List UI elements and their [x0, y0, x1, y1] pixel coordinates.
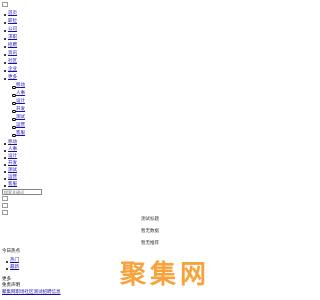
footer-link[interactable]: 聚集网职场社区测试招聘信息	[2, 290, 61, 296]
bullet-icon	[12, 93, 16, 97]
sidebar-link[interactable]: 热门	[10, 258, 19, 264]
bullet-icon	[4, 170, 6, 173]
bullet-icon	[12, 125, 16, 129]
footer-more[interactable]: 更多	[2, 277, 11, 283]
site-logo-image[interactable]	[2, 2, 8, 7]
bullet-icon	[4, 177, 6, 180]
bullet-icon	[4, 77, 6, 80]
bullet-icon	[12, 133, 16, 137]
bullet-icon	[4, 149, 6, 152]
bullet-icon	[12, 101, 16, 105]
brand-wordmark: 聚集网	[120, 260, 211, 290]
submenu-link[interactable]: 测试	[16, 115, 25, 121]
submenu-link[interactable]: 移动	[16, 83, 25, 89]
footer-disclaimer[interactable]: 免责声明	[2, 283, 20, 289]
search-input[interactable]	[2, 189, 42, 195]
nav-link[interactable]: 社区	[8, 59, 17, 65]
bullet-icon	[4, 53, 6, 56]
nav-link[interactable]: 职位	[8, 19, 17, 25]
bullet-icon	[6, 260, 8, 263]
nav2-link[interactable]: 测试	[8, 168, 17, 174]
bullet-icon	[4, 163, 6, 166]
bullet-icon	[4, 29, 6, 32]
bullet-icon	[4, 45, 6, 48]
submenu-link[interactable]: 设计	[16, 99, 25, 105]
bullet-icon	[6, 267, 8, 270]
nav-link[interactable]: 求职	[8, 35, 17, 41]
submenu-link[interactable]: 客服	[16, 131, 25, 137]
bullet-icon	[4, 156, 6, 159]
bullet-icon	[4, 184, 6, 187]
sidebar-title: 今日热点	[2, 249, 20, 254]
bullet-icon	[4, 13, 6, 16]
main-line-2: 暂无数据	[141, 229, 159, 234]
nav-link[interactable]: 招聘	[8, 43, 17, 49]
nav-link[interactable]: 首页	[8, 11, 17, 17]
image-button[interactable]	[2, 210, 8, 215]
bullet-icon	[4, 37, 6, 40]
bullet-icon	[12, 85, 16, 89]
main-line-1: 测试标题	[141, 217, 159, 222]
bullet-icon	[4, 142, 6, 145]
bullet-icon	[12, 109, 16, 113]
nav2-link[interactable]: 移动	[8, 140, 17, 146]
bullet-icon	[4, 61, 6, 64]
image-button[interactable]	[2, 203, 8, 208]
sidebar-link[interactable]: 最新	[10, 265, 19, 271]
nav-link[interactable]: 资讯	[8, 51, 17, 57]
nav2-link[interactable]: 设计	[8, 154, 17, 160]
bullet-icon	[4, 69, 6, 72]
submenu-link[interactable]: 开发	[16, 107, 25, 113]
image-button[interactable]	[2, 196, 8, 201]
nav2-link[interactable]: 运营	[8, 175, 17, 181]
nav-link[interactable]: 更多	[8, 75, 17, 81]
submenu-link[interactable]: 人事	[16, 91, 25, 97]
submenu-link[interactable]: 运营	[16, 123, 25, 129]
nav2-link[interactable]: 开发	[8, 161, 17, 167]
main-line-3: 暂无推荐	[141, 241, 159, 246]
nav2-link[interactable]: 人事	[8, 147, 17, 153]
nav-link[interactable]: 公司	[8, 27, 17, 33]
nav-link[interactable]: 企业	[8, 67, 17, 73]
nav2-link[interactable]: 客服	[8, 182, 17, 188]
bullet-icon	[12, 117, 16, 121]
bullet-icon	[4, 21, 6, 24]
